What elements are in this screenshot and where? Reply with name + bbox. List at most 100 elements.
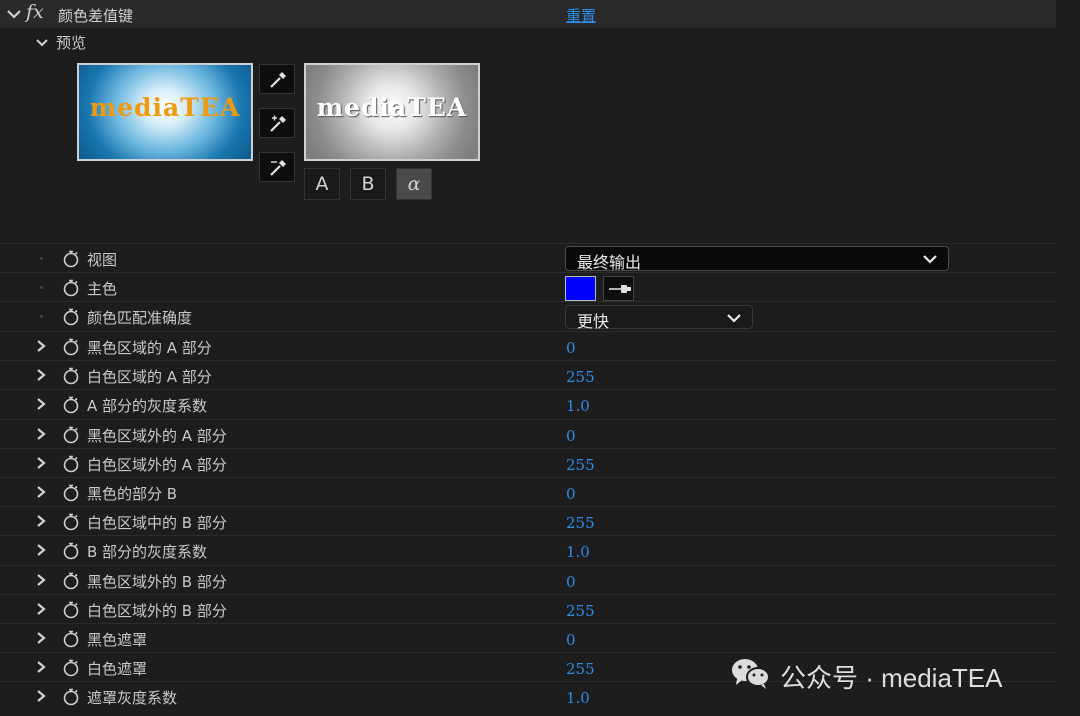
eyedropper-icon — [609, 285, 631, 293]
param-row: 黑色遮罩 0 — [0, 623, 1056, 652]
param-row: 黑色区域外的 A 部分 0 — [0, 419, 1056, 448]
param-value[interactable]: 1.0 — [566, 543, 590, 561]
source-logo: mediaTEA — [89, 93, 241, 122]
stopwatch-icon[interactable] — [62, 337, 80, 356]
param-value[interactable]: 0 — [566, 631, 576, 649]
match-accuracy-value: 更快 — [577, 312, 610, 331]
param-row: 黑色区域外的 B 部分 0 — [0, 565, 1056, 594]
param-value[interactable]: 1.0 — [566, 397, 590, 415]
key-color-label: 主色 — [87, 280, 118, 298]
chevron-right-icon[interactable] — [34, 514, 47, 528]
param-label: A 部分的灰度系数 — [87, 397, 208, 415]
chevron-down-icon — [727, 314, 741, 323]
param-row: 白色区域外的 B 部分 255 — [0, 594, 1056, 623]
param-value[interactable]: 255 — [566, 602, 595, 620]
matte-thumbnail: mediaTEA — [304, 63, 480, 161]
chevron-right-icon[interactable] — [34, 631, 47, 645]
key-color-swatch[interactable] — [565, 276, 596, 301]
param-value[interactable]: 255 — [566, 368, 595, 386]
param-value[interactable]: 0 — [566, 573, 576, 591]
param-row: A 部分的灰度系数 1.0 — [0, 389, 1056, 418]
param-label: 白色区域外的 B 部分 — [87, 602, 227, 620]
stopwatch-icon[interactable] — [62, 658, 80, 677]
stopwatch-icon[interactable] — [62, 454, 80, 473]
key-color-eyedropper[interactable] — [603, 276, 634, 301]
eyedropper-minus-icon — [270, 160, 286, 176]
chevron-down-icon[interactable] — [35, 36, 49, 50]
stopwatch-icon[interactable] — [62, 600, 80, 619]
chevron-right-icon[interactable] — [34, 602, 47, 616]
wechat-icon — [732, 659, 770, 689]
stopwatch-icon[interactable] — [62, 366, 80, 385]
chevron-right-icon[interactable] — [34, 339, 47, 353]
match-accuracy-label: 颜色匹配准确度 — [87, 309, 193, 327]
chevron-right-icon[interactable] — [34, 543, 47, 557]
eyedropper-icon — [270, 72, 286, 88]
param-value[interactable]: 0 — [566, 427, 576, 445]
stopwatch-icon[interactable] — [62, 395, 80, 414]
watermark-text: 公众号 · mediaTEA — [780, 663, 1003, 693]
param-label: 白色遮罩 — [87, 660, 148, 678]
param-label: B 部分的灰度系数 — [87, 543, 208, 561]
param-row: 白色区域中的 B 部分 255 — [0, 506, 1056, 535]
chevron-down-icon — [923, 255, 937, 264]
stopwatch-icon[interactable] — [62, 307, 80, 326]
param-row: 白色区域外的 A 部分 255 — [0, 448, 1056, 477]
stopwatch-icon[interactable] — [62, 541, 80, 560]
key-color-row: 主色 — [0, 272, 1056, 301]
chevron-right-icon[interactable] — [34, 689, 47, 703]
param-row: 黑色的部分 B 0 — [0, 477, 1056, 506]
view-dropdown-value: 最终输出 — [577, 253, 642, 272]
chevron-right-icon[interactable] — [34, 660, 47, 674]
eyedropper-plus-icon — [270, 115, 286, 132]
channel-a-button[interactable]: A — [304, 168, 340, 200]
channel-b-button[interactable]: B — [350, 168, 386, 200]
chevron-right-icon[interactable] — [34, 573, 47, 587]
preview-label: 预览 — [56, 34, 87, 52]
chevron-right-icon[interactable] — [34, 397, 47, 411]
effect-name: 颜色差值键 — [58, 7, 134, 25]
chevron-down-icon[interactable] — [6, 6, 22, 22]
stopwatch-icon[interactable] — [62, 483, 80, 502]
add-eyedropper-button[interactable] — [259, 108, 295, 138]
chevron-right-icon[interactable] — [34, 485, 47, 499]
param-label: 黑色区域的 A 部分 — [87, 339, 212, 357]
stopwatch-icon[interactable] — [62, 571, 80, 590]
param-value[interactable]: 0 — [566, 485, 576, 503]
chevron-right-icon[interactable] — [34, 456, 47, 470]
effect-header: fx 颜色差值键 重置 — [0, 0, 1056, 28]
match-accuracy-dropdown[interactable]: 更快 — [565, 305, 753, 331]
view-label: 视图 — [87, 251, 118, 269]
match-accuracy-row: 颜色匹配准确度 — [0, 301, 1056, 330]
stopwatch-icon[interactable] — [62, 278, 80, 297]
source-thumbnail: mediaTEA — [77, 63, 253, 161]
stopwatch-icon[interactable] — [62, 629, 80, 648]
param-row: B 部分的灰度系数 1.0 — [0, 535, 1056, 564]
key-eyedropper-button[interactable] — [259, 64, 295, 94]
param-label: 白色区域外的 A 部分 — [87, 456, 227, 474]
param-label: 黑色的部分 B — [87, 485, 178, 503]
param-label: 白色区域的 A 部分 — [87, 368, 212, 386]
param-value[interactable]: 0 — [566, 339, 576, 357]
fx-icon[interactable]: fx — [26, 1, 44, 23]
subtract-eyedropper-button[interactable] — [259, 152, 295, 182]
row-indent-dot — [40, 286, 43, 289]
param-value[interactable]: 255 — [566, 456, 595, 474]
channel-alpha-button[interactable]: α — [396, 168, 432, 200]
stopwatch-icon[interactable] — [62, 425, 80, 444]
param-row: 黑色区域的 A 部分 0 — [0, 331, 1056, 360]
param-value[interactable]: 255 — [566, 514, 595, 532]
param-label: 黑色区域外的 A 部分 — [87, 427, 227, 445]
param-value[interactable]: 1.0 — [566, 689, 590, 707]
param-row: 白色区域的 A 部分 255 — [0, 360, 1056, 389]
reset-link[interactable]: 重置 — [566, 5, 596, 26]
param-value[interactable]: 255 — [566, 660, 595, 678]
stopwatch-icon[interactable] — [62, 687, 80, 706]
chevron-right-icon[interactable] — [34, 368, 47, 382]
matte-logo: mediaTEA — [316, 93, 468, 122]
chevron-right-icon[interactable] — [34, 427, 47, 441]
stopwatch-icon[interactable] — [62, 249, 80, 268]
view-dropdown[interactable]: 最终输出 — [565, 246, 949, 272]
stopwatch-icon[interactable] — [62, 512, 80, 531]
watermark: 公众号 · mediaTEA — [730, 656, 1003, 693]
